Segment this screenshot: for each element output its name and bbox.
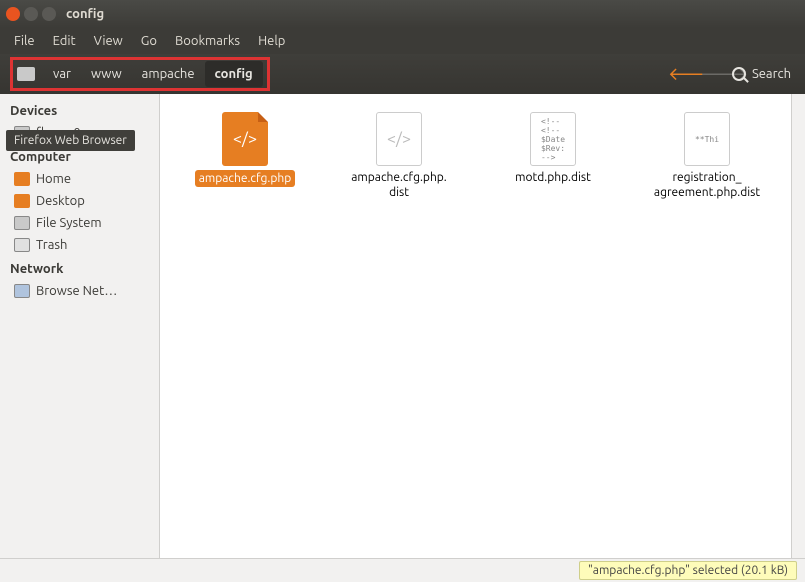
search-label: Search <box>752 67 791 81</box>
toolbar: var www ampache config 🡐 🡒 Search <box>0 54 805 94</box>
breadcrumb: var www ampache config <box>10 57 270 91</box>
vertical-scrollbar[interactable] <box>791 94 805 558</box>
window-controls <box>6 7 56 21</box>
breadcrumb-seg-var[interactable]: var <box>43 61 81 87</box>
minimize-icon[interactable] <box>24 7 38 21</box>
breadcrumb-seg-ampache[interactable]: ampache <box>132 61 205 87</box>
sidebar-item-home[interactable]: Home <box>0 168 159 190</box>
text-file-icon: <!-- <!-- $Date $Rev: --> <box>530 112 576 166</box>
sidebar-item-desktop[interactable]: Desktop <box>0 190 159 212</box>
statusbar: "ampache.cfg.php" selected (20.1 kB) <box>0 558 805 582</box>
sidebar-item-label: Trash <box>36 238 67 252</box>
menu-view[interactable]: View <box>86 31 131 51</box>
file-pane[interactable]: </> ampache.cfg.php </> ampache.cfg.php.… <box>160 94 805 558</box>
sidebar-item-label: File System <box>36 216 102 230</box>
network-icon <box>14 284 30 298</box>
menu-edit[interactable]: Edit <box>45 31 84 51</box>
close-icon[interactable] <box>6 7 20 21</box>
menubar: File Edit View Go Bookmarks Help <box>0 28 805 54</box>
sidebar-item-filesystem[interactable]: File System <box>0 212 159 234</box>
sidebar-item-trash[interactable]: Trash <box>0 234 159 256</box>
file-label: ampache.cfg.php. dist <box>351 170 447 200</box>
window-titlebar: config <box>0 0 805 28</box>
toolbar-right: 🡐 🡒 Search <box>668 64 799 85</box>
menu-help[interactable]: Help <box>250 31 293 51</box>
file-label: motd.php.dist <box>515 170 591 185</box>
content-area: Devices floppy0 Computer Home Desktop Fi… <box>0 94 805 558</box>
file-label: registration_ agreement.php.dist <box>654 170 760 200</box>
file-item[interactable]: <!-- <!-- $Date $Rev: --> motd.php.dist <box>476 106 630 206</box>
tooltip: Firefox Web Browser <box>6 130 135 151</box>
file-item[interactable]: </> ampache.cfg.php <box>168 106 322 206</box>
desktop-icon <box>14 194 30 208</box>
sidebar: Devices floppy0 Computer Home Desktop Fi… <box>0 94 160 558</box>
search-button[interactable]: Search <box>732 67 791 81</box>
code-file-icon: </> <box>376 112 422 166</box>
drive-icon[interactable] <box>17 67 35 81</box>
search-icon <box>732 67 746 81</box>
sidebar-item-label: Browse Net… <box>36 284 117 298</box>
sidebar-heading-devices: Devices <box>0 98 159 122</box>
text-file-icon: **Thi <box>684 112 730 166</box>
sidebar-item-label: Home <box>36 172 71 186</box>
back-icon[interactable]: 🡐 <box>668 64 690 85</box>
home-icon <box>14 172 30 186</box>
breadcrumb-seg-config[interactable]: config <box>205 61 263 87</box>
sidebar-item-label: Desktop <box>36 194 85 208</box>
maximize-icon[interactable] <box>42 7 56 21</box>
menu-bookmarks[interactable]: Bookmarks <box>167 31 248 51</box>
window-title: config <box>66 7 104 21</box>
menu-go[interactable]: Go <box>133 31 165 51</box>
file-item[interactable]: </> ampache.cfg.php. dist <box>322 106 476 206</box>
code-file-icon: </> <box>222 112 268 166</box>
drive-icon <box>14 216 30 230</box>
breadcrumb-seg-www[interactable]: www <box>81 61 132 87</box>
file-label: ampache.cfg.php <box>195 170 296 187</box>
sidebar-item-browse-network[interactable]: Browse Net… <box>0 280 159 302</box>
menu-file[interactable]: File <box>6 31 43 51</box>
status-text: "ampache.cfg.php" selected (20.1 kB) <box>579 561 797 580</box>
trash-icon <box>14 238 30 252</box>
sidebar-heading-network: Network <box>0 256 159 280</box>
file-grid: </> ampache.cfg.php </> ampache.cfg.php.… <box>160 94 805 218</box>
forward-icon[interactable]: 🡒 <box>700 64 722 85</box>
file-item[interactable]: **Thi registration_ agreement.php.dist <box>630 106 784 206</box>
